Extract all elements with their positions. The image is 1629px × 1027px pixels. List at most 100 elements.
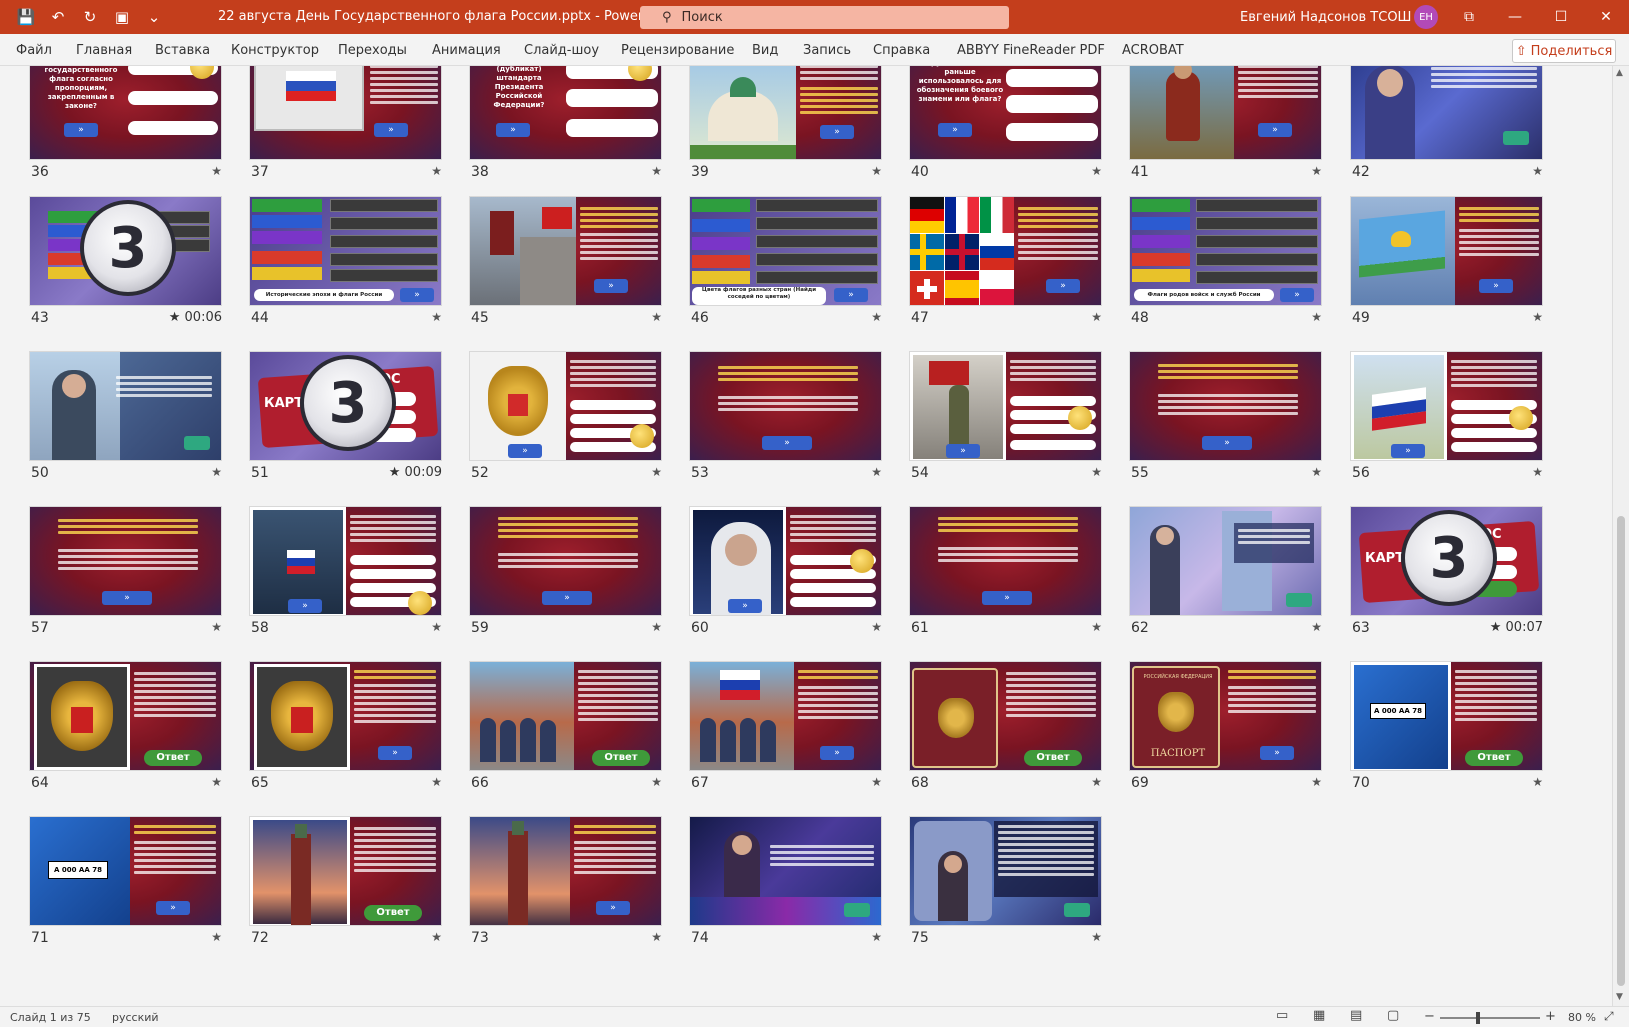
slide-thumbnail[interactable]: 74 ★ — [689, 816, 882, 946]
slide-number: 70 — [1352, 775, 1370, 791]
slide-thumbnail[interactable]: » 60 ★ — [689, 506, 882, 636]
zoom-level[interactable]: 80 % — [1568, 1011, 1596, 1024]
slide-thumbnail[interactable]: КАРТ ОС 3 51 ★ 00:09 — [249, 351, 442, 481]
slide-thumbnail[interactable]: » 65 ★ — [249, 661, 442, 791]
tab-slideshow[interactable]: Слайд-шоу — [524, 43, 599, 58]
slide-thumbnail[interactable]: КАРТ ОС 3 63 ★ 00:07 — [1350, 506, 1543, 636]
star-icon: ★ — [211, 465, 222, 479]
view-normal-icon[interactable]: ▭ — [1276, 1008, 1288, 1023]
next-arrow-icon: » — [496, 123, 530, 137]
language-indicator[interactable]: русский — [112, 1011, 159, 1024]
view-sorter-icon[interactable]: ▦ — [1313, 1008, 1325, 1023]
search-box[interactable]: ⚲ Поиск — [640, 6, 1009, 29]
coin-icon — [630, 424, 654, 448]
coin-icon — [850, 549, 874, 573]
star-icon: ★ — [431, 930, 442, 944]
answer-button: Ответ — [592, 750, 650, 766]
slide-thumbnail[interactable]: » 53 ★ — [689, 351, 882, 481]
slide-thumbnail[interactable]: РОССИЙСКАЯ ФЕДЕРАЦИЯ ПАСПОРТ » 69 ★ — [1129, 661, 1322, 791]
tab-view[interactable]: Вид — [752, 43, 778, 58]
tab-help[interactable]: Справка — [873, 43, 930, 58]
tab-file[interactable]: Файл — [16, 43, 52, 58]
vertical-scrollbar[interactable]: ▲ ▼ — [1612, 66, 1629, 1006]
home-icon — [1286, 593, 1312, 607]
slide-thumbnail[interactable]: » 47 ★ — [909, 196, 1102, 326]
slide-thumbnail[interactable]: форма государственного флага согласно пр… — [29, 66, 222, 180]
star-icon: ★ — [1311, 310, 1322, 324]
star-icon: ★ — [1091, 620, 1102, 634]
slide-thumbnail[interactable]: » 59 ★ — [469, 506, 662, 636]
redo-icon[interactable]: ↻ — [76, 3, 104, 31]
slide-thumbnail[interactable]: » 67 ★ — [689, 661, 882, 791]
slide-word-left: КАРТ — [1365, 551, 1405, 566]
slide-thumbnail[interactable]: Ответ 66 ★ — [469, 661, 662, 791]
slide-thumbnail[interactable]: » 39 ★ — [689, 66, 882, 180]
share-button[interactable]: ⇧ Поделиться — [1512, 39, 1616, 63]
next-arrow-icon: » — [1258, 123, 1292, 137]
coin-icon — [408, 591, 432, 615]
slide-thumbnail[interactable]: » 41 ★ — [1129, 66, 1322, 180]
slide-caption: Флаги родов войск и служб России — [1134, 289, 1274, 301]
zoom-slider-thumb[interactable] — [1476, 1012, 1480, 1024]
zoom-out-button[interactable]: − — [1424, 1009, 1435, 1024]
slide-thumbnail[interactable]: » 61 ★ — [909, 506, 1102, 636]
undo-icon[interactable]: ↶ — [44, 3, 72, 31]
fit-to-window-icon[interactable]: ⤢ — [1604, 1009, 1614, 1024]
slide-thumbnail[interactable]: А 000 АА 78 » 71 ★ — [29, 816, 222, 946]
zoom-in-button[interactable]: + — [1545, 1009, 1556, 1024]
present-icon[interactable]: ▣ — [108, 3, 136, 31]
scroll-down-icon[interactable]: ▼ — [1616, 992, 1623, 1002]
slide-thumbnail[interactable]: » 37 ★ — [249, 66, 442, 180]
slide-thumbnail[interactable]: 75 ★ — [909, 816, 1102, 946]
avatar[interactable]: ЕН — [1414, 5, 1438, 29]
slide-thumbnail[interactable]: » 49 ★ — [1350, 196, 1543, 326]
slide-thumbnail[interactable]: Цвета флагов разных стран (Найди соседей… — [689, 196, 882, 326]
star-icon: ★ — [1532, 775, 1543, 789]
tab-home[interactable]: Главная — [76, 43, 132, 58]
slide-thumbnail[interactable]: Исторические эпохи и флаги России » 44 ★ — [249, 196, 442, 326]
slide-thumbnail[interactable]: » 56 ★ — [1350, 351, 1543, 481]
tab-review[interactable]: Рецензирование — [621, 43, 734, 58]
slide-thumbnail[interactable]: » 54 ★ — [909, 351, 1102, 481]
tab-record[interactable]: Запись — [803, 43, 851, 58]
slide-thumbnail[interactable]: » 55 ★ — [1129, 351, 1322, 481]
slide-thumbnail[interactable]: » 52 ★ — [469, 351, 662, 481]
tab-abbyy[interactable]: ABBYY FineReader PDF — [957, 43, 1105, 58]
next-arrow-icon: » — [1280, 288, 1314, 302]
tab-acrobat[interactable]: ACROBAT — [1122, 43, 1184, 58]
slide-thumbnail[interactable]: Флаги родов войск и служб России » 48 ★ — [1129, 196, 1322, 326]
ribbon-display-icon[interactable]: ⧉ — [1446, 0, 1492, 34]
slide-thumbnail[interactable]: Ответ 72 ★ — [249, 816, 442, 946]
zoom-slider[interactable] — [1440, 1017, 1540, 1019]
slide-thumbnail[interactable]: русское слово раньше использовалось для … — [909, 66, 1102, 180]
slide-thumbnail[interactable]: 50 ★ — [29, 351, 222, 481]
customize-toolbar-icon[interactable]: ⌄ — [140, 3, 168, 31]
slide-thumbnail[interactable]: » 45 ★ — [469, 196, 662, 326]
slide-thumbnail[interactable]: 42 ★ — [1350, 66, 1543, 180]
view-slideshow-icon[interactable]: ▢ — [1387, 1008, 1399, 1023]
slide-thumbnail[interactable]: » 58 ★ — [249, 506, 442, 636]
scrollbar-thumb[interactable] — [1617, 516, 1625, 986]
tab-insert[interactable]: Вставка — [155, 43, 210, 58]
minimize-button[interactable]: — — [1492, 0, 1538, 34]
tab-design[interactable]: Конструктор — [231, 43, 319, 58]
slide-thumbnail[interactable]: » 73 ★ — [469, 816, 662, 946]
slide-thumbnail[interactable]: А 000 АА 78 Ответ 70 ★ — [1350, 661, 1543, 791]
slide-thumbnail[interactable]: Ответ 68 ★ — [909, 661, 1102, 791]
slide-thumbnail[interactable]: » 57 ★ — [29, 506, 222, 636]
next-arrow-icon: » — [1260, 746, 1294, 760]
view-reading-icon[interactable]: ▤ — [1350, 1008, 1362, 1023]
tab-transitions[interactable]: Переходы — [338, 43, 407, 58]
user-name[interactable]: Евгений Надсонов ТСОШ №2 — [1240, 10, 1437, 25]
slide-thumbnail[interactable]: (дубликат) штандарта Президента Российск… — [469, 66, 662, 180]
slide-thumbnail[interactable]: Ответ 64 ★ — [29, 661, 222, 791]
star-icon: ★ — [211, 775, 222, 789]
slide-thumbnail[interactable]: 62 ★ — [1129, 506, 1322, 636]
scroll-up-icon[interactable]: ▲ — [1616, 68, 1623, 78]
slide-thumbnail[interactable]: 3 43 ★ 00:06 — [29, 196, 222, 326]
slide-number: 75 — [911, 930, 929, 946]
close-button[interactable]: ✕ — [1583, 0, 1629, 34]
tab-animations[interactable]: Анимация — [432, 43, 501, 58]
save-icon[interactable]: 💾 — [12, 3, 40, 31]
maximize-button[interactable]: ☐ — [1538, 0, 1584, 34]
